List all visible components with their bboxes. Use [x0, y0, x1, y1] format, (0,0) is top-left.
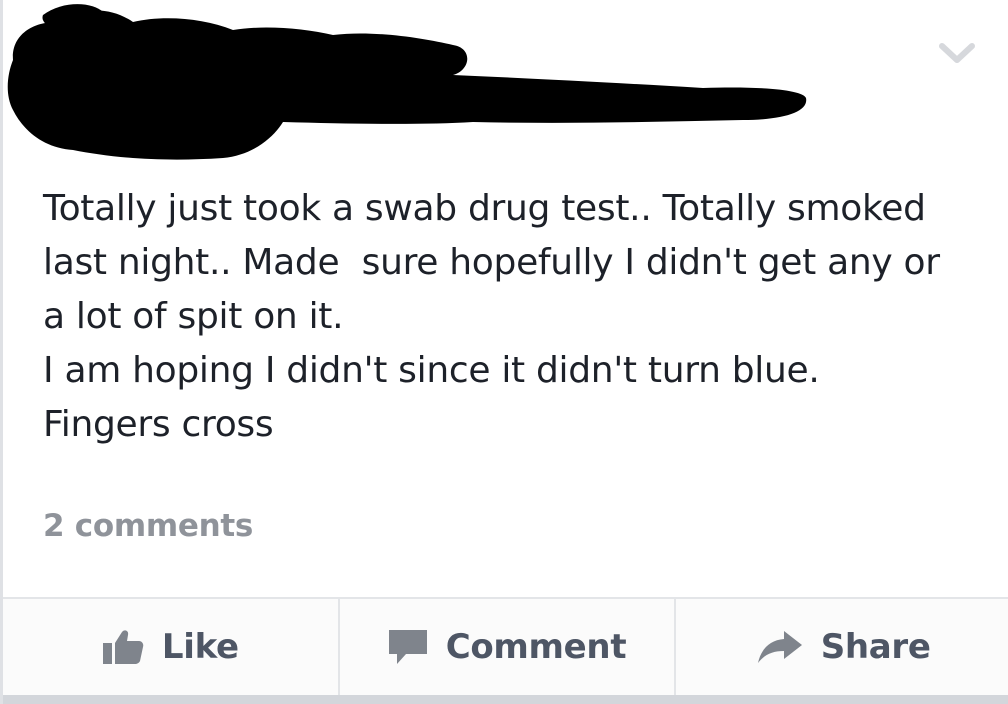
comments-count-link[interactable]: 2 comments: [43, 504, 253, 548]
post-text-line: Fingers cross: [43, 404, 274, 445]
post-message: Totally just took a swab drug test.. Tot…: [43, 182, 993, 452]
post-text-line: Totally just took a swab drug test.. Tot…: [43, 188, 926, 229]
share-label: Share: [820, 627, 931, 667]
action-bar: Like Comment Share: [3, 597, 1008, 695]
comment-button[interactable]: Comment: [337, 599, 675, 695]
like-button[interactable]: Like: [3, 599, 338, 695]
post-text-line: I am hoping I didn't since it didn't tur…: [43, 350, 820, 391]
post-card: Totally just took a swab drug test.. Tot…: [0, 0, 1008, 704]
redacted-author-scribble: [7, 4, 807, 160]
post-text-line: last night.. Made sure hopefully I didn'…: [43, 242, 940, 283]
post-text-line: a lot of spit on it.: [43, 296, 344, 337]
speech-bubble-icon: [388, 628, 428, 666]
share-button[interactable]: Share: [674, 599, 1008, 695]
share-arrow-icon: [757, 630, 803, 664]
chevron-down-icon[interactable]: [937, 38, 977, 68]
like-label: Like: [161, 627, 239, 667]
comment-label: Comment: [445, 627, 627, 667]
thumbs-up-icon: [102, 629, 144, 665]
card-bottom-edge: [3, 695, 1008, 704]
